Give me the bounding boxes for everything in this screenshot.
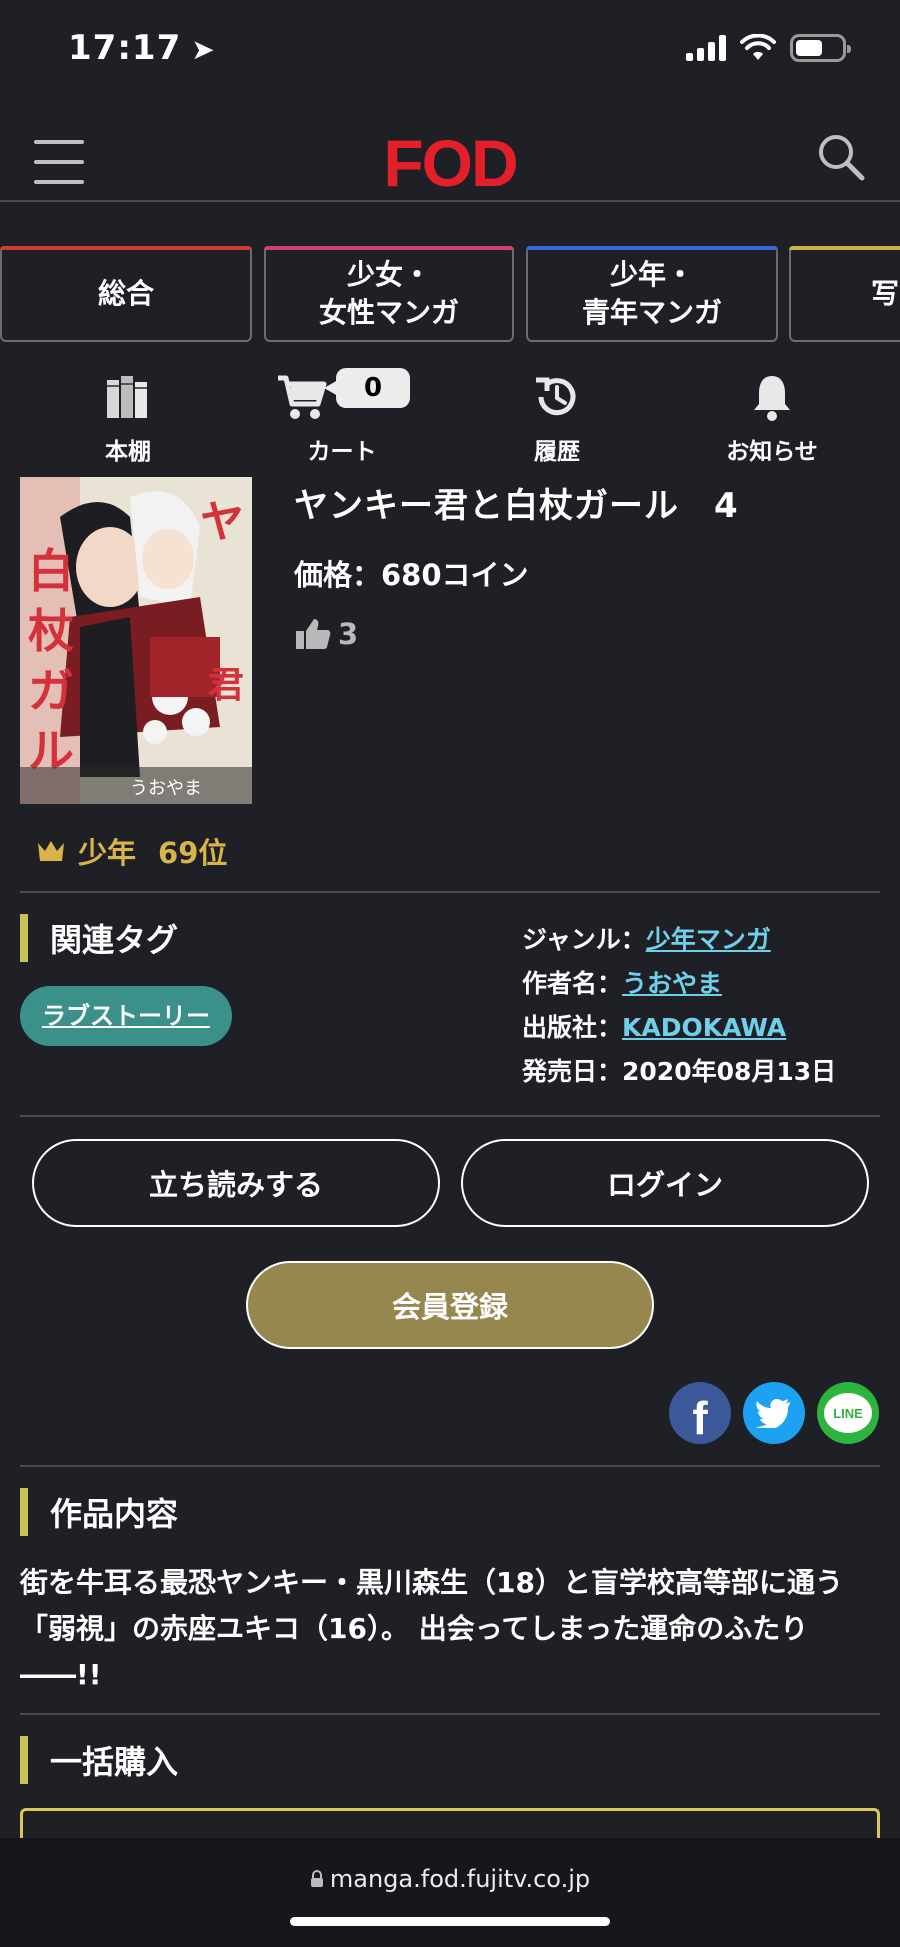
battery-icon: [790, 34, 851, 62]
facebook-share-icon[interactable]: f: [669, 1382, 731, 1444]
related-tags-heading: 関連タグ: [20, 914, 178, 962]
bookshelf-icon: [107, 376, 147, 418]
location-arrow-icon: ➤: [191, 33, 216, 66]
genre-link[interactable]: 少年マンガ: [646, 918, 771, 962]
twitter-bird-icon: [756, 1398, 790, 1428]
tab-photo[interactable]: 写: [789, 246, 900, 342]
tab-general[interactable]: 総合: [0, 246, 252, 342]
tab-shoujo[interactable]: 少女・ 女性マンガ: [264, 246, 514, 342]
book-meta: ジャンル： 少年マンガ 作者名： うおやま 出版社： KADOKAWA 発売日：…: [522, 918, 836, 1094]
preview-button[interactable]: 立ち読みする: [32, 1139, 440, 1227]
svg-text:ガ: ガ: [28, 664, 74, 718]
rank-value: 69位: [158, 836, 228, 870]
line-logo-text: LINE: [824, 1393, 872, 1433]
nav-notifications[interactable]: お知らせ: [692, 362, 852, 466]
wifi-icon: [740, 34, 776, 60]
book-cover-image[interactable]: 白 杖 ガ ル ヤ 君 うおやま: [20, 477, 252, 804]
tab-label: 総合: [97, 277, 154, 310]
tab-label: 少年・ 青年マンガ: [581, 258, 722, 329]
book-title: ヤンキー君と白杖ガール 4: [294, 486, 739, 526]
like-button[interactable]: 3: [294, 617, 358, 651]
tab-label: 少女・ 女性マンガ: [318, 258, 459, 329]
login-button[interactable]: ログイン: [461, 1139, 869, 1227]
nav-label: お知らせ: [726, 439, 818, 465]
publisher-link[interactable]: KADOKAWA: [622, 1006, 786, 1050]
url-text: manga.fod.fujitv.co.jp: [329, 1865, 591, 1893]
genre-row: ジャンル： 少年マンガ: [522, 918, 836, 962]
header-divider: [0, 200, 900, 202]
publisher-row: 出版社： KADOKAWA: [522, 1006, 836, 1050]
cart-icon: [278, 375, 327, 419]
cover-title-text: 白: [28, 544, 74, 598]
cellular-signal-icon: [686, 35, 726, 61]
svg-text:君: 君: [208, 665, 244, 706]
nav-bookshelf[interactable]: 本棚: [48, 362, 208, 466]
bell-icon: [754, 376, 790, 421]
cover-author-text: うおやま: [130, 778, 202, 799]
author-link[interactable]: うおやま: [622, 962, 722, 1006]
tab-label: 写: [871, 277, 900, 310]
nav-label: カート: [307, 439, 377, 465]
section-divider: [20, 1713, 880, 1715]
tab-shounen[interactable]: 少年・ 青年マンガ: [526, 246, 778, 342]
description-text: 街を牛耳る最恐ヤンキー・黒川森生（18）と盲学校高等部に通う「弱視」の赤座ユキコ…: [20, 1566, 843, 1691]
line-share-icon[interactable]: LINE: [817, 1382, 879, 1444]
description-heading: 作品内容: [20, 1488, 178, 1536]
status-icons: [686, 34, 851, 62]
nav-label: 履歴: [534, 439, 580, 465]
section-divider: [20, 1115, 880, 1117]
bulk-purchase-heading: 一括購入: [20, 1736, 178, 1784]
svg-text:ヤ: ヤ: [200, 497, 244, 548]
author-row: 作者名： うおやま: [522, 962, 836, 1006]
thumbs-up-icon: [296, 619, 331, 649]
register-button[interactable]: 会員登録: [246, 1261, 654, 1349]
nav-history[interactable]: 履歴: [477, 362, 637, 466]
lock-icon: [310, 1870, 323, 1887]
ranking[interactable]: 少年 69位: [36, 830, 227, 872]
section-divider: [20, 891, 880, 893]
like-count: 3: [338, 617, 359, 651]
tag-love-story[interactable]: ラブストーリー: [20, 986, 232, 1046]
crown-icon: [38, 841, 64, 861]
twitter-share-icon[interactable]: [743, 1382, 805, 1444]
release-date: 2020年08月13日: [622, 1057, 837, 1086]
book-price: 価格：680コイン: [294, 558, 529, 592]
section-divider: [20, 1465, 880, 1467]
cover-art: 白 杖 ガ ル ヤ 君 うおやま: [20, 477, 252, 804]
home-indicator[interactable]: [290, 1917, 610, 1926]
status-time: 17:17 ➤: [68, 28, 216, 68]
history-icon: [536, 377, 576, 416]
rank-category: 少年: [78, 836, 137, 870]
release-row: 発売日： 2020年08月13日: [522, 1050, 836, 1094]
nav-label: 本棚: [105, 439, 151, 465]
search-icon[interactable]: [814, 130, 870, 186]
svg-text:杖: 杖: [28, 604, 74, 658]
fod-logo[interactable]: FOD: [0, 125, 900, 201]
cart-count-badge: 0: [324, 368, 410, 408]
url-bar[interactable]: manga.fod.fujitv.co.jp: [0, 1865, 900, 1893]
